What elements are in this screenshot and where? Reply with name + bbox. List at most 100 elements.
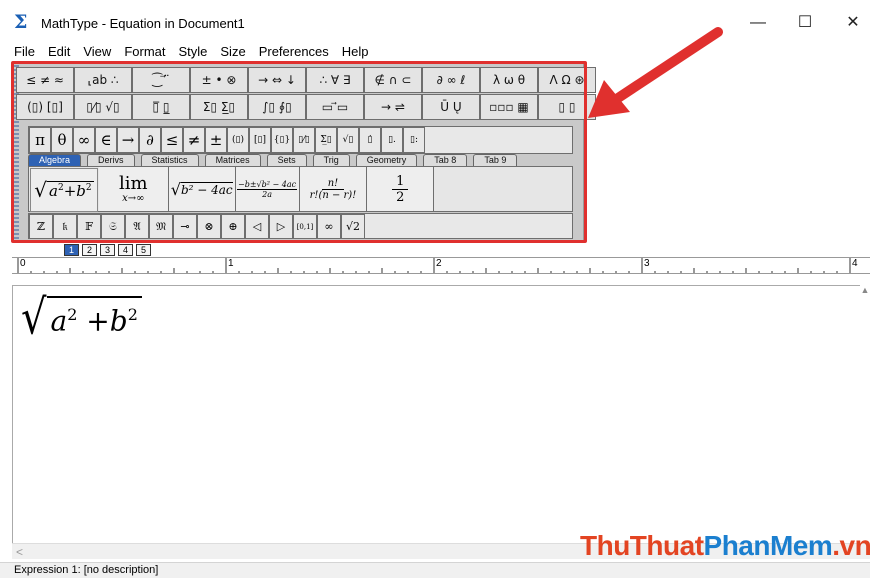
less-equal-symbol-button[interactable]: ≤	[161, 127, 183, 153]
symbol-bar: π θ ∞ ∈ → ∂ ≤ ≠ ± (▯) [▯] {▯} ▯⁄▯ Σ̲▯ √▯…	[28, 126, 573, 154]
size-tabs: 1 2 3 4 5	[64, 244, 154, 256]
bars-palette-button[interactable]: ▭ ⃗▭	[306, 94, 364, 120]
pythagoras-template-button[interactable]: √ a2+b2	[30, 168, 98, 212]
parentheses-template-button[interactable]: (▯)	[227, 127, 249, 153]
tab-matrices[interactable]: Matrices	[204, 154, 261, 166]
spaces-ellipses-palette-button[interactable]: ⸤ab ∴	[74, 67, 132, 93]
radical-template-button[interactable]: √▯	[337, 127, 359, 153]
size-tab-1[interactable]: 1	[64, 244, 79, 256]
tab-statistics[interactable]: Statistics	[140, 154, 199, 166]
fraktur-k-symbol-button[interactable]: 𝔨	[53, 214, 77, 239]
app-sigma-icon: Σ	[14, 11, 28, 33]
tab-geometry[interactable]: Geometry	[355, 154, 418, 166]
braces-template-button[interactable]: {▯}	[271, 127, 293, 153]
products-palette-button[interactable]: Ū Ų	[422, 94, 480, 120]
radicand: a2 +b2	[46, 296, 142, 338]
combination-template-button[interactable]: n! r!(n − r)!	[299, 167, 368, 211]
boxes-palette-button[interactable]: ▯ ▯	[538, 94, 596, 120]
tab-sets[interactable]: Sets	[266, 154, 307, 166]
menu-style[interactable]: Style	[178, 44, 207, 59]
fraktur-s-symbol-button[interactable]: 𝔖	[101, 214, 125, 239]
superscript-template-button[interactable]: ▯:	[403, 127, 425, 153]
ruler[interactable]: 0 1 2 3 4	[12, 257, 870, 274]
fractions-radicals-palette-button[interactable]: ▯⁄▯ √▯	[74, 94, 132, 120]
fraction-template-button[interactable]: ▯⁄▯	[293, 127, 315, 153]
element-of-symbol-button[interactable]: ∈	[95, 127, 117, 153]
theta-symbol-button[interactable]: θ	[51, 127, 73, 153]
sqrt2-template-button[interactable]: √2	[341, 214, 365, 239]
right-arrow-symbol-button[interactable]: →	[117, 127, 139, 153]
partial-symbol-button[interactable]: ∂	[139, 127, 161, 153]
set-theory-palette-button[interactable]: ∉ ∩ ⊂	[364, 67, 422, 93]
menu-bar: File Edit View Format Style Size Prefere…	[0, 40, 870, 62]
integers-symbol-button[interactable]: ℤ	[29, 214, 53, 239]
menu-preferences[interactable]: Preferences	[259, 44, 329, 59]
greek-lowercase-palette-button[interactable]: λ ω θ	[480, 67, 538, 93]
fraktur-a-symbol-button[interactable]: 𝔄	[125, 214, 149, 239]
summations-palette-button[interactable]: Σ▯ Σ̲▯	[190, 94, 248, 120]
scroll-up-arrow-icon[interactable]: ▲	[860, 285, 870, 297]
menu-help[interactable]: Help	[342, 44, 369, 59]
interval-template-button[interactable]: [0,1]	[293, 214, 317, 239]
menu-size[interactable]: Size	[220, 44, 245, 59]
multimap-symbol-button[interactable]: ⊸	[173, 214, 197, 239]
logic-palette-button[interactable]: ∴ ∀ ∃	[306, 67, 364, 93]
equation-plus: +	[86, 304, 110, 338]
fraktur-m-symbol-button[interactable]: 𝔐	[149, 214, 173, 239]
tab-algebra[interactable]: Algebra	[28, 154, 82, 166]
menu-format[interactable]: Format	[124, 44, 165, 59]
fences-palette-button[interactable]: (▯) [▯]	[16, 94, 74, 120]
size-tab-2[interactable]: 2	[82, 244, 97, 256]
relations-palette-button[interactable]: ≤ ≠ ≈	[16, 67, 74, 93]
small-bar: ℤ 𝔨 𝔽 𝔖 𝔄 𝔐 ⊸ ⊗ ⊕ ◁ ▷ [0,1] ∞ √2	[28, 213, 573, 239]
menu-file[interactable]: File	[14, 44, 35, 59]
maximize-button[interactable]: ☐	[782, 8, 828, 38]
menu-edit[interactable]: Edit	[48, 44, 70, 59]
labeled-arrows-palette-button[interactable]: → ⇌	[364, 94, 422, 120]
ruler-number-1: 1	[228, 258, 234, 269]
minimize-button[interactable]: —	[735, 8, 781, 38]
infinity-symbol-button[interactable]: ∞	[73, 127, 95, 153]
algebra-template-panel: √ a2+b2 lim x→∞ √ b² − 4ac −b±√b² − 4ac 2a…	[28, 166, 573, 212]
subscript-template-button[interactable]: ▯.	[381, 127, 403, 153]
discriminant-template-button[interactable]: √ b² − 4ac	[168, 167, 236, 211]
scroll-left-arrow-icon[interactable]: <	[16, 545, 23, 559]
sum-template-button[interactable]: Σ̲▯	[315, 127, 337, 153]
circled-times-symbol-button[interactable]: ⊗	[197, 214, 221, 239]
size-tab-4[interactable]: 4	[118, 244, 133, 256]
right-triangle-symbol-button[interactable]: ▷	[269, 214, 293, 239]
plus-minus-symbol-button[interactable]: ±	[205, 127, 227, 153]
left-triangle-symbol-button[interactable]: ◁	[245, 214, 269, 239]
misc-symbols-palette-button[interactable]: ∂ ∞ ℓ	[422, 67, 480, 93]
arrows-palette-button[interactable]: → ⇔ ↓	[248, 67, 306, 93]
tab-9[interactable]: Tab 9	[473, 154, 518, 166]
equation-editor-area[interactable]: √ a2 +b2	[12, 285, 860, 543]
tab-derivs[interactable]: Derivs	[87, 154, 135, 166]
one-half-template-button[interactable]: 1 2	[367, 167, 435, 211]
not-equal-symbol-button[interactable]: ≠	[183, 127, 205, 153]
size-tab-3[interactable]: 3	[100, 244, 115, 256]
infinity-small-symbol-button[interactable]: ∞	[317, 214, 341, 239]
dot-accent-template-button[interactable]: ▯̇	[359, 127, 381, 153]
size-tab-5[interactable]: 5	[136, 244, 151, 256]
matrices-palette-button[interactable]: ▫▫▫ ▦	[480, 94, 538, 120]
circled-plus-symbol-button[interactable]: ⊕	[221, 214, 245, 239]
equation-display: √ a2 +b2	[21, 292, 142, 342]
tab-trig[interactable]: Trig	[312, 154, 350, 166]
radical-sign-icon: √	[21, 290, 47, 346]
integrals-palette-button[interactable]: ∫▯ ∮▯	[248, 94, 306, 120]
tab-8[interactable]: Tab 8	[423, 154, 468, 166]
quadratic-formula-template-button[interactable]: −b±√b² − 4ac 2a	[235, 167, 300, 211]
menu-view[interactable]: View	[83, 44, 111, 59]
title-bar: Σ MathType - Equation in Document1 — ☐ ✕	[0, 0, 870, 40]
scripts-palette-button[interactable]: ▯̅ ▯̲	[132, 94, 190, 120]
close-button[interactable]: ✕	[830, 8, 870, 38]
brackets-template-button[interactable]: [▯]	[249, 127, 271, 153]
fraktur-f-symbol-button[interactable]: 𝔽	[77, 214, 101, 239]
equation-exp-b: 2	[127, 305, 138, 324]
greek-uppercase-palette-button[interactable]: Λ Ω ⊛	[538, 67, 596, 93]
pi-symbol-button[interactable]: π	[29, 127, 51, 153]
limit-template-button[interactable]: lim x→∞	[98, 167, 169, 211]
embellishments-palette-button[interactable]: ⁐ ⃗ ̈	[132, 67, 190, 93]
operators-palette-button[interactable]: ± • ⊗	[190, 67, 248, 93]
